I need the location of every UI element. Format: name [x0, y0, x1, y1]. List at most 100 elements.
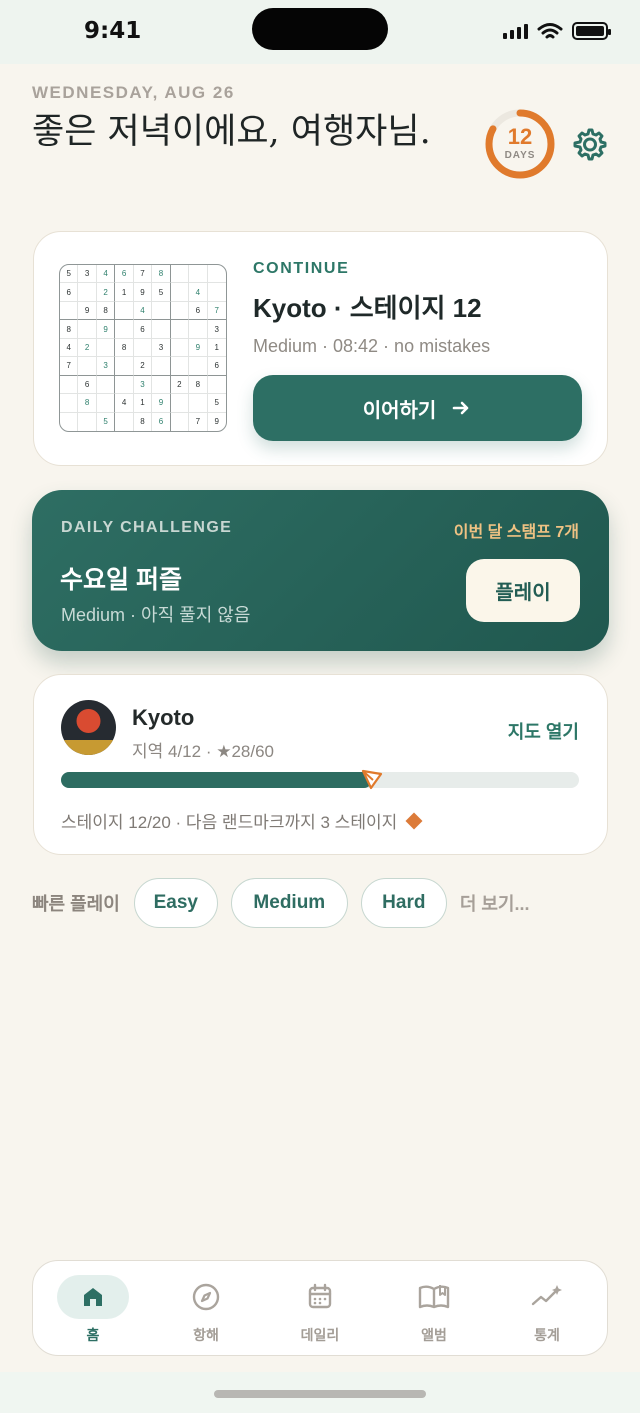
sudoku-cell — [189, 265, 208, 284]
sudoku-cell: 1 — [133, 394, 153, 413]
sudoku-cell: 8 — [78, 394, 97, 413]
tab-home[interactable]: 홈 — [45, 1275, 141, 1345]
arrow-right-icon — [452, 401, 469, 415]
quick-play-row: 빠른 플레이 Easy Medium Hard 더 보기... — [32, 878, 530, 928]
tab-daily[interactable]: 데일리 — [272, 1275, 368, 1345]
play-button[interactable]: 플레이 — [466, 559, 580, 622]
sudoku-cell — [152, 375, 171, 395]
daily-kicker: DAILY CHALLENGE — [61, 519, 233, 536]
sudoku-cell — [78, 283, 97, 302]
sudoku-cell — [152, 357, 171, 376]
sudoku-cell: 6 — [78, 375, 97, 395]
sudoku-cell — [170, 338, 190, 358]
sudoku-cell: 7 — [189, 412, 208, 431]
sudoku-cell: 1 — [207, 339, 226, 358]
status-time: 9:41 — [84, 18, 142, 44]
continue-card[interactable]: 5346786219549846789634283917326632884195… — [33, 231, 608, 466]
tab-voyage[interactable]: 항해 — [158, 1275, 254, 1345]
sudoku-cell: 4 — [115, 394, 134, 413]
bottom-tab-bar: 홈 항해 데일리 앨범 통계 — [32, 1260, 608, 1356]
tab-stats-label: 통계 — [534, 1327, 560, 1343]
streak-counter[interactable]: 12 DAYS — [484, 108, 556, 180]
quick-play-medium[interactable]: Medium — [230, 878, 348, 928]
continue-title: Kyoto · 스테이지 12 — [253, 293, 482, 323]
status-icons — [503, 22, 611, 40]
sudoku-cell — [60, 301, 79, 321]
continue-kicker: CONTINUE — [253, 260, 350, 277]
quick-play-more[interactable]: 더 보기... — [460, 890, 530, 916]
sudoku-cell: 3 — [152, 338, 171, 358]
sudoku-cell — [152, 320, 171, 339]
tab-home-label: 홈 — [86, 1327, 100, 1343]
settings-gear-icon[interactable] — [571, 126, 607, 162]
sudoku-cell: 2 — [78, 338, 97, 358]
paper-plane-icon — [361, 769, 382, 790]
quick-play-label: 빠른 플레이 — [32, 894, 120, 914]
stage-progress-bar — [61, 769, 579, 790]
stage-progress-label: 스테이지 12/20 · 다음 랜드마크까지 3 스테이지 — [61, 813, 398, 832]
sudoku-cell: 9 — [214, 417, 219, 427]
diamond-icon — [405, 812, 423, 829]
sudoku-cell: 5 — [97, 412, 116, 431]
sudoku-cell — [189, 394, 208, 413]
kyoto-sunset-icon — [61, 700, 116, 755]
sudoku-preview-grid: 5346786219549846789634283917326632884195… — [59, 264, 227, 432]
sudoku-cell — [78, 320, 97, 339]
sudoku-cell: 5 — [207, 394, 226, 413]
sudoku-cell — [170, 283, 190, 302]
sudoku-cell — [207, 283, 226, 302]
sudoku-cell: 6 — [133, 320, 153, 339]
sudoku-cell: 4 — [189, 283, 208, 302]
sudoku-cell — [207, 265, 226, 284]
sudoku-cell — [78, 357, 97, 376]
status-bar: 9:41 — [0, 0, 640, 64]
sudoku-cell: 4 — [60, 338, 79, 358]
sudoku-cell: 5 — [152, 283, 171, 302]
sudoku-cell: 9 — [133, 283, 153, 302]
daily-meta: Medium · 아직 풀지 않음 — [61, 605, 251, 625]
sudoku-cell: 9 — [152, 394, 171, 413]
region-progress-card[interactable]: Kyoto 지역 4/12 · ★28/60 지도 열기 스테이지 12/20 … — [33, 674, 608, 855]
sudoku-cell: 4 — [133, 301, 153, 321]
quick-play-easy[interactable]: Easy — [133, 878, 218, 928]
tab-stats[interactable]: 통계 — [499, 1275, 595, 1345]
sudoku-cell: 7 — [133, 265, 153, 284]
stats-icon — [531, 1285, 562, 1306]
sudoku-cell: 9 — [78, 301, 97, 321]
sudoku-cell: 8 — [60, 320, 79, 339]
open-map-link[interactable]: 지도 열기 — [508, 718, 579, 744]
quick-play-hard[interactable]: Hard — [360, 878, 447, 928]
sudoku-cell — [115, 301, 134, 321]
sudoku-cell: 6 — [60, 283, 79, 302]
compass-icon — [192, 1283, 220, 1311]
daily-title: 수요일 퍼즐 — [60, 566, 182, 594]
sudoku-cell — [133, 338, 153, 358]
daily-challenge-card[interactable]: DAILY CHALLENGE 이번 달 스탬프 7개 수요일 퍼즐 Mediu… — [32, 490, 609, 651]
sudoku-cell: 8 — [189, 375, 208, 395]
sudoku-cell: 8 — [96, 301, 116, 321]
stamp-count: 이번 달 스탬프 7개 — [453, 524, 579, 541]
sudoku-cell — [170, 394, 190, 413]
stage-progress-text: 스테이지 12/20 · 다음 랜드마크까지 3 스테이지 — [61, 808, 423, 833]
cellular-signal-icon — [503, 23, 528, 39]
sudoku-cell: 2 — [133, 357, 153, 376]
sudoku-cell — [115, 357, 134, 376]
sudoku-cell: 8 — [115, 338, 134, 358]
sudoku-cell: 6 — [152, 412, 171, 431]
region-name: Kyoto — [132, 705, 195, 730]
date-label: WEDNESDAY, AUG 26 — [32, 83, 235, 102]
sudoku-cell — [96, 394, 116, 413]
sudoku-cell — [170, 301, 190, 321]
dynamic-island — [252, 8, 388, 50]
sudoku-cell: 3 — [133, 375, 153, 395]
sudoku-cell: 6 — [115, 265, 134, 284]
sudoku-cell — [207, 376, 226, 395]
sudoku-cell — [115, 412, 134, 431]
continue-button[interactable]: 이어하기 — [253, 375, 582, 441]
sudoku-cell — [170, 357, 190, 376]
stage-progress-fill — [61, 772, 372, 788]
tab-album[interactable]: 앨범 — [386, 1275, 482, 1345]
sudoku-cell — [189, 320, 208, 339]
sudoku-cell: 7 — [207, 302, 226, 321]
sudoku-cell — [60, 375, 79, 395]
